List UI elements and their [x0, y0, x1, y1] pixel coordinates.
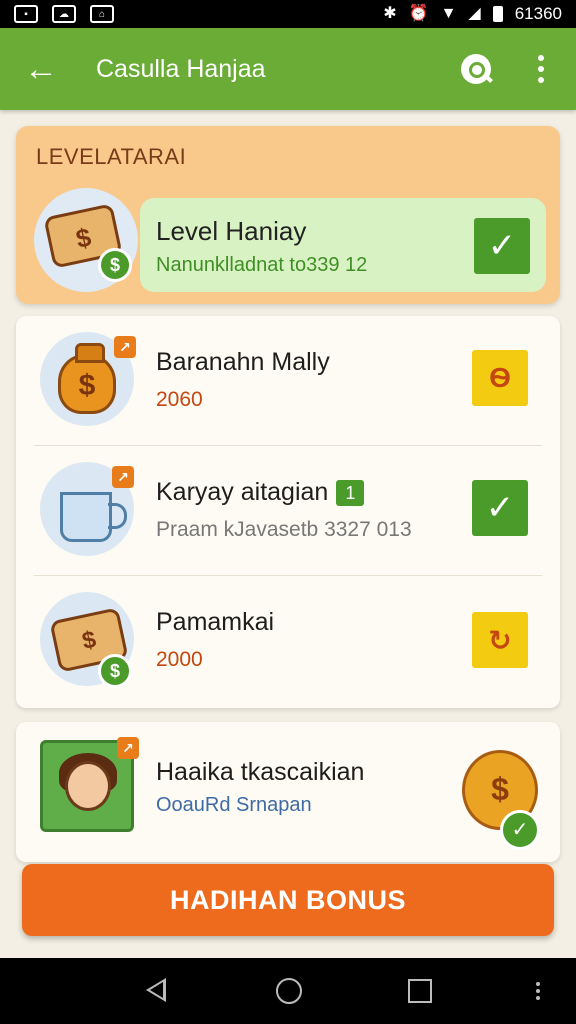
level-header: LEVELATARAI: [36, 144, 187, 169]
page-title: Casulla Hanjaa: [96, 54, 266, 83]
status-bar-left: ▪ ☁ ⌂: [14, 5, 114, 23]
promo-subtitle: OoauRd Srnapan: [156, 794, 312, 816]
bonus-button[interactable]: HADIHAN BONUS: [22, 864, 554, 936]
count-badge: 1: [336, 480, 365, 507]
nav-back-icon[interactable]: [146, 978, 166, 1002]
status-bar-right: ✱ ⏰ ▼ ◢ 61360: [383, 4, 562, 24]
money-scroll-icon: $ $: [40, 592, 134, 688]
arrow-tag-icon: ↗: [114, 336, 136, 358]
list-item-title: Karyay aitagian 1: [156, 478, 365, 507]
coin-cup-icon: ↗: [40, 462, 134, 556]
yellow-badge-icon[interactable]: Ѳ: [472, 350, 528, 406]
nav-bar: [0, 958, 576, 1024]
search-icon: [461, 54, 491, 84]
nav-more-icon[interactable]: [536, 982, 542, 1000]
list-item-value: 2060: [156, 388, 203, 411]
level-item[interactable]: Level Haniay Nanunklladnat to339 12 ✓: [140, 198, 546, 292]
nav-recents-icon[interactable]: [408, 979, 432, 1003]
signal-icon: ◢: [468, 5, 481, 22]
money-bag-icon: $ ↗: [40, 332, 136, 426]
promo-card[interactable]: ↗ Haaika tkascaikian OoauRd Srnapan $ ✓: [16, 722, 560, 862]
arrow-tag-icon: ↗: [117, 737, 139, 759]
cloud-icon: ☁: [52, 5, 76, 23]
back-button[interactable]: ←: [20, 48, 62, 90]
battery-icon: [492, 6, 503, 22]
app-bar: ← Casulla Hanjaa: [0, 28, 576, 110]
arrow-tag-icon: ↗: [112, 466, 134, 488]
status-time: 61360: [514, 4, 562, 23]
avatar-coins-icon: ↗: [40, 737, 139, 832]
list-item[interactable]: ↗ Karyay aitagian 1 Praam kJavasetb 3327 …: [16, 446, 560, 576]
level-card: LEVELATARAI $ $ Level Haniay Nanunklladn…: [16, 126, 560, 304]
arrow-left-icon: ←: [24, 49, 58, 88]
more-vert-icon: [538, 55, 544, 61]
more-options-button[interactable]: [526, 49, 556, 89]
promo-title: Haaika tkascaikian: [156, 758, 365, 786]
check-icon[interactable]: ✓: [474, 218, 530, 274]
list-item[interactable]: $ ↗ Baranahn Mally 2060 Ѳ: [16, 316, 560, 446]
image-icon: ▪: [14, 5, 38, 23]
list-item-title: Baranahn Mally: [156, 348, 330, 376]
status-bar: ▪ ☁ ⌂ ✱ ⏰ ▼ ◢ 61360: [0, 0, 576, 28]
check-icon: ✓: [500, 810, 540, 850]
list-item-title: Pamamkai: [156, 608, 275, 636]
rewards-list: $ ↗ Baranahn Mally 2060 Ѳ ↗ Karyay aitag…: [16, 316, 560, 708]
list-item[interactable]: $ $ Pamamkai 2000 ↻: [16, 576, 560, 706]
nav-home-icon[interactable]: [276, 978, 302, 1004]
alarm-icon: ⏰: [408, 5, 429, 22]
coin-icon: $: [98, 248, 132, 282]
list-item-value: 2000: [156, 648, 203, 671]
coin-icon: $: [98, 654, 132, 688]
yellow-badge-icon[interactable]: ↻: [472, 612, 528, 668]
money-scroll-icon: $ $: [34, 188, 138, 292]
list-item-value: Praam kJavasetb 3327 013: [156, 518, 412, 541]
level-item-title: Level Haniay: [156, 216, 307, 246]
level-item-subtitle: Nanunklladnat to339 12: [156, 254, 368, 276]
wifi-icon: ▼: [440, 5, 457, 22]
check-icon[interactable]: ✓: [472, 480, 528, 536]
search-button[interactable]: [456, 49, 496, 89]
bluetooth-icon: ✱: [383, 5, 397, 22]
lock-icon: ⌂: [90, 5, 114, 23]
